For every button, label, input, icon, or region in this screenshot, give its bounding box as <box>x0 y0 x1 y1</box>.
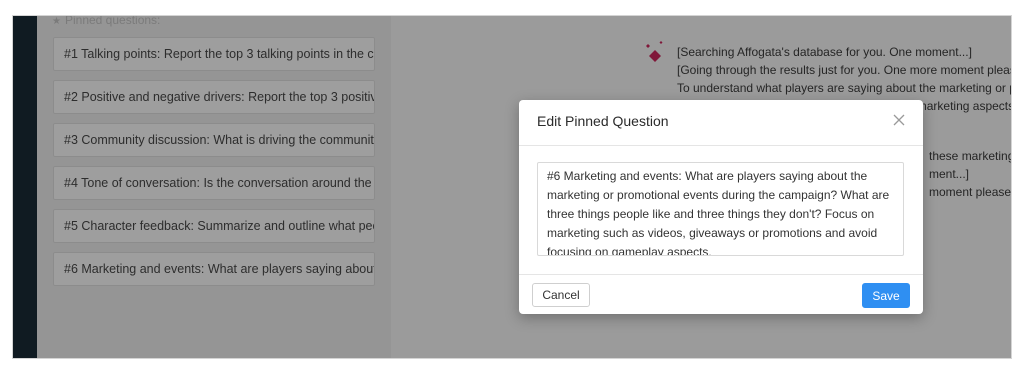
modal-body: #6 Marketing and events: What are player… <box>519 146 923 274</box>
close-icon[interactable] <box>891 112 907 128</box>
modal-footer: Cancel Save <box>519 274 923 314</box>
modal-title: Edit Pinned Question <box>537 113 669 129</box>
cancel-button[interactable]: Cancel <box>532 283 590 307</box>
modal-header: Edit Pinned Question <box>519 100 923 146</box>
edit-pinned-question-dialog: Edit Pinned Question #6 Marketing and ev… <box>519 100 923 314</box>
question-text-field[interactable]: #6 Marketing and events: What are player… <box>537 162 904 256</box>
save-button[interactable]: Save <box>862 283 910 308</box>
